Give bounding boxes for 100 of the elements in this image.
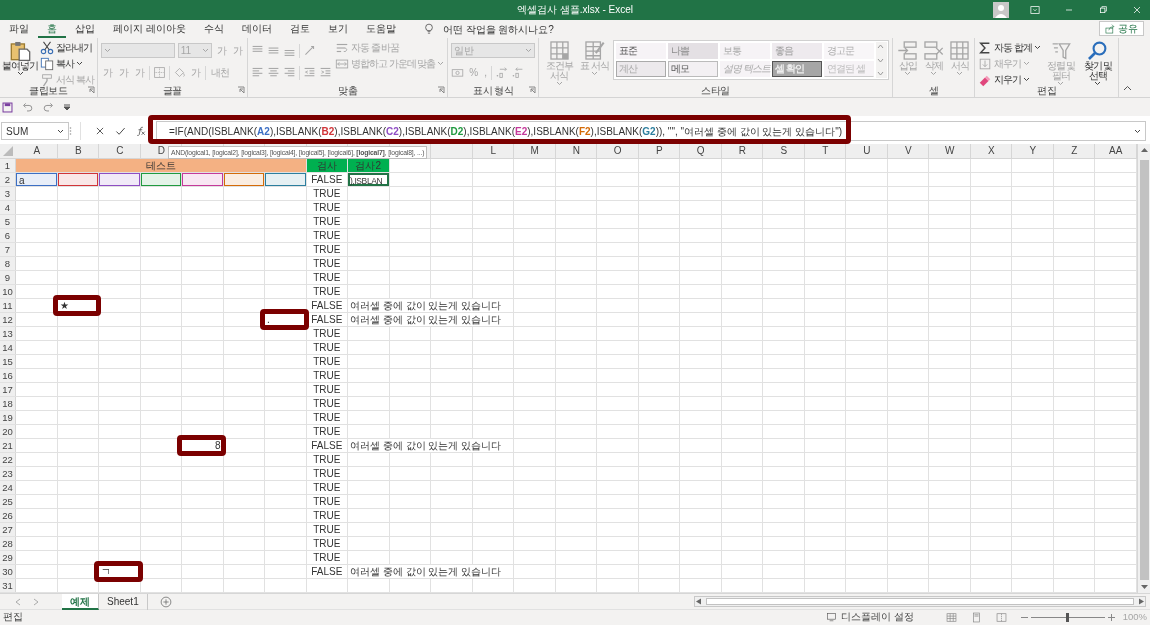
column-header[interactable]: W xyxy=(929,144,971,158)
gallery-more-icon[interactable] xyxy=(876,69,886,78)
row-header[interactable]: 1 xyxy=(0,159,16,172)
zoom-in-icon[interactable] xyxy=(1107,613,1115,621)
dialog-launcher-icon[interactable] xyxy=(236,86,245,94)
normal-view-icon[interactable] xyxy=(945,611,957,623)
add-sheet-icon[interactable] xyxy=(159,595,172,608)
sheet-tab[interactable]: 예제 xyxy=(62,593,99,610)
column-header[interactable]: AA xyxy=(1095,144,1137,158)
ribbon-button[interactable]: 복사 xyxy=(40,56,94,71)
column-header[interactable]: Z xyxy=(1053,144,1095,158)
formula-field[interactable]: =IF(AND(ISBLANK(A2),ISBLANK(B2),ISBLANK(C2),ISBLANK(D2),ISBLANK(E2),ISBLANK(F2),ISBLANK(G2)), "", "여러셀 중에 값이 있는게 있습니다") xyxy=(156,121,1146,141)
ribbon-button[interactable]: 붙여넣기 xyxy=(3,40,37,76)
column-header[interactable]: T xyxy=(804,144,846,158)
previous-sheet-icon[interactable] xyxy=(14,597,22,606)
menu-tab[interactable]: 파일 xyxy=(0,20,38,38)
cancel-icon[interactable] xyxy=(95,126,105,136)
menu-tab[interactable]: 데이터 xyxy=(232,20,281,38)
menu-tab[interactable]: 보기 xyxy=(318,20,357,38)
column-header[interactable]: X xyxy=(970,144,1012,158)
restore-icon[interactable] xyxy=(1097,4,1109,16)
row-header[interactable]: 4 xyxy=(0,201,16,214)
row-header[interactable]: 27 xyxy=(0,523,16,536)
ribbon-button[interactable]: 찾기 및 선택 xyxy=(1080,40,1115,86)
row-header[interactable]: 16 xyxy=(0,369,16,382)
display-settings-button[interactable]: 디스플레이 설정 xyxy=(826,609,914,625)
share-button[interactable]: 공유 xyxy=(1099,21,1144,36)
row-header[interactable]: 31 xyxy=(0,579,16,592)
row-header[interactable]: 12 xyxy=(0,313,16,326)
row-header[interactable]: 3 xyxy=(0,187,16,200)
row-header[interactable]: 2 xyxy=(0,173,16,186)
row-header[interactable]: 11 xyxy=(0,299,16,312)
menu-tab[interactable]: 홈 xyxy=(38,20,66,38)
row-header[interactable]: 18 xyxy=(0,397,16,410)
column-header[interactable]: U xyxy=(846,144,888,158)
dialog-launcher-icon[interactable] xyxy=(86,86,95,94)
column-header[interactable]: V xyxy=(887,144,929,158)
dialog-launcher-icon[interactable] xyxy=(528,86,537,94)
row-header[interactable]: 22 xyxy=(0,453,16,466)
row-header[interactable]: 25 xyxy=(0,495,16,508)
page-layout-icon[interactable] xyxy=(970,611,982,623)
menu-tab[interactable]: 검토 xyxy=(280,20,319,38)
row-header[interactable]: 14 xyxy=(0,341,16,354)
save-icon[interactable] xyxy=(2,101,13,113)
menu-tab[interactable]: 수식 xyxy=(194,20,233,38)
gallery-up-icon[interactable] xyxy=(876,42,886,51)
column-header[interactable]: N xyxy=(555,144,597,158)
row-header[interactable]: 23 xyxy=(0,467,16,480)
row-header[interactable]: 30 xyxy=(0,565,16,578)
row-header[interactable]: 5 xyxy=(0,215,16,228)
tell-me-search[interactable]: 어떤 작업을 원하시나요? xyxy=(442,21,554,37)
row-header[interactable]: 20 xyxy=(0,425,16,438)
column-header[interactable]: Q xyxy=(680,144,722,158)
collapse-ribbon-icon[interactable] xyxy=(1122,84,1132,93)
row-header[interactable]: 9 xyxy=(0,271,16,284)
style-option[interactable]: 메모 xyxy=(668,61,719,77)
ribbon-display-icon[interactable] xyxy=(1029,4,1041,16)
column-header[interactable]: Y xyxy=(1012,144,1054,158)
menu-tab[interactable]: 페이지 레이아웃 xyxy=(104,20,195,38)
function-icon[interactable] xyxy=(136,126,146,136)
row-header[interactable]: 6 xyxy=(0,229,16,242)
column-header[interactable]: A xyxy=(16,144,58,158)
column-header[interactable]: R xyxy=(721,144,763,158)
vertical-scrollbar[interactable] xyxy=(1137,144,1150,593)
column-header[interactable]: C xyxy=(99,144,141,158)
ribbon-button[interactable]: 잘라내기 xyxy=(40,40,94,55)
row-header[interactable]: 7 xyxy=(0,243,16,256)
row-header[interactable]: 15 xyxy=(0,355,16,368)
row-header[interactable]: 21 xyxy=(0,439,16,452)
horizontal-scrollbar[interactable] xyxy=(694,596,1146,607)
row-header[interactable]: 29 xyxy=(0,551,16,564)
column-header[interactable]: P xyxy=(638,144,680,158)
name-box[interactable]: SUM xyxy=(1,122,69,140)
row-header[interactable]: 19 xyxy=(0,411,16,424)
ribbon-button[interactable]: 자동 합계 xyxy=(978,40,1041,55)
row-header[interactable]: 17 xyxy=(0,383,16,396)
column-header[interactable]: O xyxy=(597,144,639,158)
table-cell-text: TRUE xyxy=(312,481,342,494)
customize-icon[interactable] xyxy=(63,103,71,111)
column-header[interactable]: L xyxy=(472,144,514,158)
column-header[interactable]: S xyxy=(763,144,805,158)
row-header[interactable]: 26 xyxy=(0,509,16,522)
sheet-tab[interactable]: Sheet1 xyxy=(99,593,148,610)
row-header[interactable]: 10 xyxy=(0,285,16,298)
column-header[interactable]: B xyxy=(57,144,99,158)
row-header[interactable]: 8 xyxy=(0,257,16,270)
row-header[interactable]: 28 xyxy=(0,537,16,550)
page-break-icon[interactable] xyxy=(995,611,1007,623)
dialog-launcher-icon[interactable] xyxy=(437,86,446,94)
row-header[interactable]: 24 xyxy=(0,481,16,494)
menu-tab[interactable]: 삽입 xyxy=(66,20,104,38)
ribbon-button[interactable]: 지우기 xyxy=(978,72,1041,87)
close-icon[interactable] xyxy=(1131,4,1143,16)
style-option[interactable]: 표준 xyxy=(616,43,667,59)
column-header[interactable]: M xyxy=(514,144,556,158)
next-sheet-icon[interactable] xyxy=(32,597,40,606)
menu-tab[interactable]: 도움말 xyxy=(356,20,405,38)
zoom-slider[interactable] xyxy=(1066,612,1070,622)
row-header[interactable]: 13 xyxy=(0,327,16,340)
enter-icon[interactable] xyxy=(115,125,126,137)
